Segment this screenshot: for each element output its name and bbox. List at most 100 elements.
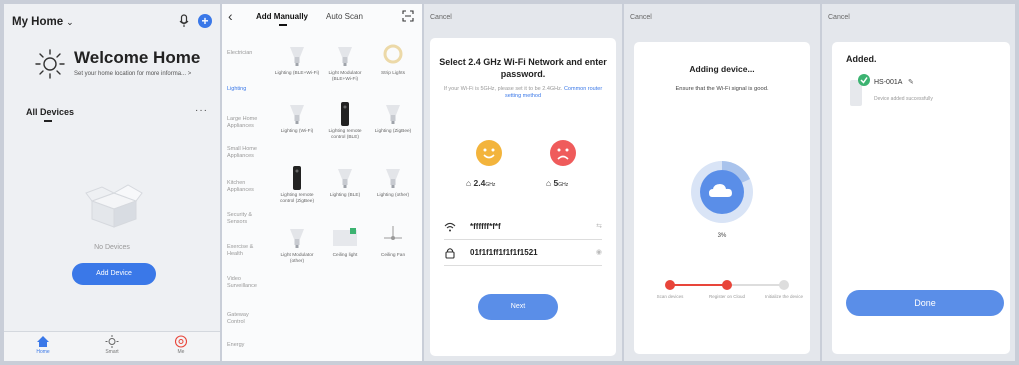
device-lighting-other[interactable]: Lighting (other) (370, 166, 416, 199)
step-line-done (670, 284, 727, 286)
back-arrow-icon[interactable]: ‹ (228, 8, 233, 24)
band-5ghz: ⌂ 5GHz (546, 178, 568, 188)
wifi-title: Select 2.4 GHz Wi-Fi Network and enter p… (439, 57, 607, 79)
progress-ring (691, 161, 753, 223)
ssid-value: *ffffff*f*f (470, 222, 501, 231)
nav-home[interactable]: Home (28, 335, 58, 355)
step-dot-initialize (779, 280, 789, 290)
band-24ghz: ⌂ 2.4GHz (466, 178, 495, 188)
step-label-scan: Scan devices (656, 294, 684, 299)
plug-device-icon (850, 74, 870, 106)
cancel-button[interactable]: Cancel (430, 14, 452, 21)
cancel-button[interactable]: Cancel (828, 14, 850, 21)
category-item[interactable]: Energy (227, 342, 265, 349)
wifi-note-text: If your Wi-Fi is 5GHz, please set it to … (443, 86, 563, 92)
empty-box-icon (85, 184, 143, 228)
smart-sun-icon (105, 335, 119, 348)
bulb-icon (290, 105, 304, 124)
device-strip-lights[interactable]: Strip Lights (370, 44, 416, 77)
wifi-note: If your Wi-Fi is 5GHz, please set it to … (430, 86, 616, 100)
category-item[interactable]: Large Home Appliances (227, 116, 265, 130)
step-label-initialize: Initialize the device (764, 294, 804, 299)
tab-auto-scan[interactable]: Auto Scan (326, 12, 363, 21)
chevron-down-icon[interactable]: ⌄ (66, 17, 74, 28)
device-lighting-remote-ble[interactable]: Lighting remote control (BLE) (322, 102, 368, 141)
add-device-screen: ‹ Add Manually Auto Scan Electrician Lig… (222, 4, 422, 361)
router-icon: ⌂ (466, 178, 472, 188)
bulb-icon (386, 105, 400, 124)
profile-icon (174, 335, 188, 348)
category-item[interactable]: Small Home Appliances (227, 146, 265, 160)
location-prompt[interactable]: Set your home location for more informa.… (74, 71, 191, 77)
added-status-text: Device added successfully (874, 96, 933, 102)
nav-me-label: Me (177, 349, 185, 355)
device-label: Lighting remote control (ZigBee) (279, 193, 315, 204)
eye-icon[interactable]: ◉ (596, 248, 602, 256)
device-light-modulator-other[interactable]: Light Modulator (other) (274, 226, 320, 265)
device-label: Lighting (other) (376, 193, 410, 198)
device-label: Lighting (BLE+Wi-Fi) (274, 71, 320, 76)
device-lighting-remote-zigbee[interactable]: Lighting remote control (ZigBee) (274, 166, 320, 205)
wifi-icon (444, 222, 456, 232)
tab-underline (44, 120, 52, 122)
adding-subtitle: Ensure that the Wi-Fi signal is good. (675, 86, 769, 92)
done-button[interactable]: Done (846, 290, 1004, 316)
category-item[interactable]: Kitchen Appliances (227, 180, 265, 194)
device-label: Lighting (ZigBee) (374, 129, 412, 134)
category-item[interactable]: Video Surveillance (227, 276, 265, 290)
edit-pencil-icon[interactable]: ✎ (908, 79, 914, 86)
category-list: Electrician Lighting Large Home Applianc… (222, 34, 266, 361)
add-device-button[interactable]: Add Device (72, 263, 156, 285)
device-ceiling-fan[interactable]: Ceiling Fan (370, 226, 416, 259)
home-header: My Home ⌄ + (12, 14, 212, 30)
ssid-field[interactable]: *ffffff*f*f ⇆ (444, 218, 602, 240)
all-devices-tab[interactable]: All Devices (26, 107, 74, 117)
category-item-active[interactable]: Lighting (227, 86, 265, 93)
added-screen: Cancel Added. HS-001A ✎ Device added suc… (822, 4, 1015, 361)
ceiling-light-icon (333, 228, 357, 246)
category-item[interactable]: Exercise & Health (227, 244, 265, 258)
device-label: Ceiling light (332, 253, 358, 258)
category-item[interactable]: Electrician (227, 50, 265, 57)
nav-smart-label: Smart (105, 349, 119, 355)
password-field[interactable]: 01f1f1ff1f1f1f1521 ◉ (444, 244, 602, 266)
band-24-value: 2.4 (473, 178, 486, 188)
scan-icon[interactable] (402, 10, 414, 22)
tab-add-manually[interactable]: Add Manually (256, 12, 308, 21)
home-selector[interactable]: My Home (12, 16, 63, 28)
next-button[interactable]: Next (478, 294, 558, 320)
cancel-button[interactable]: Cancel (630, 14, 652, 21)
microphone-icon[interactable] (178, 14, 190, 28)
switch-network-icon[interactable]: ⇆ (596, 222, 602, 230)
sad-face-icon (550, 140, 576, 166)
nav-smart[interactable]: Smart (97, 335, 127, 355)
device-ceiling-light[interactable]: Ceiling light (322, 226, 368, 259)
password-value: 01f1f1ff1f1f1f1521 (470, 248, 538, 257)
bulb-icon (338, 47, 352, 66)
device-lighting-wifi[interactable]: Lighting (Wi-Fi) (274, 102, 320, 135)
add-plus-icon[interactable]: + (198, 14, 212, 28)
nav-me[interactable]: Me (166, 335, 196, 355)
remote-control-icon (293, 166, 301, 190)
bulb-icon (386, 169, 400, 188)
device-light-modulator-ble-wifi[interactable]: Light Modulator (BLE+Wi-Fi) (322, 44, 368, 83)
adding-card: Adding device... Ensure that the Wi-Fi s… (634, 42, 810, 354)
empty-state-text: No Devices (94, 244, 130, 251)
device-lighting-ble[interactable]: Lighting (BLE) (322, 166, 368, 199)
more-icon[interactable]: ··· (195, 105, 208, 116)
lock-icon (445, 248, 455, 259)
device-label: Lighting (BLE) (329, 193, 361, 198)
device-lighting-ble-wifi[interactable]: Lighting (BLE+Wi-Fi) (274, 44, 320, 77)
category-item[interactable]: Security & Sensors (227, 212, 265, 226)
added-card: Added. HS-001A ✎ Device added successful… (832, 42, 1010, 354)
strip-lights-icon (383, 44, 403, 64)
sun-icon (35, 49, 65, 79)
step-dot-register (722, 280, 732, 290)
device-label: Ceiling Fan (380, 253, 406, 258)
step-label-register: Register on Cloud (708, 294, 746, 299)
category-item[interactable]: Gateway Control (227, 312, 265, 326)
tab-underline (279, 24, 287, 26)
device-label: Light Modulator (BLE+Wi-Fi) (328, 71, 362, 82)
progress-percent: 3% (717, 233, 727, 239)
device-lighting-zigbee[interactable]: Lighting (ZigBee) (370, 102, 416, 135)
